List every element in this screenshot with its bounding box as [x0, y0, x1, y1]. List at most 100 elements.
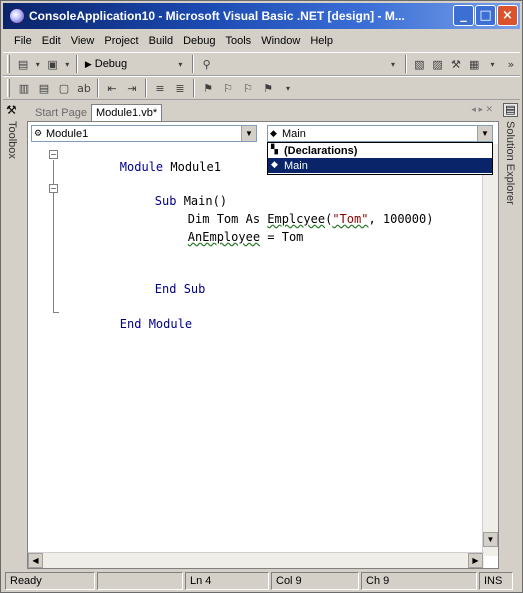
menu-view[interactable]: View — [66, 35, 100, 47]
quick-info-icon[interactable]: ▢ — [56, 80, 72, 96]
menu-project[interactable]: Project — [99, 35, 143, 47]
menu-tools[interactable]: Tools — [221, 35, 257, 47]
outline-guide-end — [53, 312, 59, 313]
chevron-down-icon[interactable]: ▼ — [477, 126, 492, 141]
toolbar-grip[interactable] — [7, 55, 10, 73]
decrease-indent-icon[interactable]: ⇤ — [104, 80, 120, 96]
menu-bar: File Edit View Project Build Debug Tools… — [3, 31, 520, 51]
more-dropdown-icon[interactable]: ▾ — [485, 56, 499, 72]
solution-explorer-icon: ▤ — [503, 103, 518, 117]
increase-indent-icon[interactable]: ⇥ — [124, 80, 140, 96]
method-name-combo[interactable]: ◆ Main ▼ — [267, 125, 493, 142]
toolbar-separator — [75, 55, 78, 73]
dropdown-arrow-icon[interactable]: ▾ — [64, 56, 71, 72]
status-char: Ch 9 — [361, 572, 477, 590]
title-bar[interactable]: ConsoleApplication10 - Microsoft Visual … — [3, 3, 520, 29]
toolbar-separator — [97, 79, 99, 97]
toolbox-tab[interactable]: ⚒ Toolbox — [3, 101, 25, 571]
chevron-down-icon[interactable]: ▼ — [241, 126, 256, 141]
comment-icon[interactable]: ≡ — [152, 80, 168, 96]
overflow-dropdown-icon[interactable]: ▾ — [386, 56, 400, 72]
properties-icon[interactable]: ▨ — [430, 56, 444, 72]
vs-app-icon[interactable] — [9, 8, 25, 24]
maximize-button[interactable]: □ — [475, 5, 496, 26]
configuration-dropdown-icon[interactable]: ▾ — [173, 56, 187, 72]
code-line-end-module: End Module — [119, 317, 193, 331]
tab-navigation-icons[interactable]: ◂ ▸ ✕ — [471, 104, 493, 115]
solution-explorer-tab[interactable]: ▤ Solution Explorer — [501, 101, 521, 571]
code-editor[interactable]: ⚙ Module1 ▼ ◆ Main ▼ ▚ (Declarations) ◆ … — [27, 121, 499, 569]
code-area[interactable]: − − Module Module1 Sub Main() Dim Tom As… — [28, 144, 484, 548]
minimize-button[interactable]: _ — [453, 5, 474, 26]
collapse-sub-icon[interactable]: − — [49, 184, 58, 193]
status-blank — [97, 572, 183, 590]
tab-module1[interactable]: Module1.vb* — [90, 104, 163, 121]
dropdown-option-main[interactable]: ◆ Main — [268, 158, 492, 173]
menu-build[interactable]: Build — [144, 35, 178, 47]
complete-word-icon[interactable]: ab — [76, 80, 92, 96]
add-item-icon[interactable]: ▣ — [45, 56, 59, 72]
toolbar-separator — [405, 55, 408, 73]
find-icon[interactable]: ⚲ — [199, 56, 213, 72]
scroll-left-icon[interactable]: ◀ — [28, 553, 43, 568]
status-bar: Ready Ln 4 Col 9 Ch 9 INS — [3, 571, 520, 591]
parameter-info-icon[interactable]: ▤ — [36, 80, 52, 96]
class-name-combo[interactable]: ⚙ Module1 ▼ — [31, 125, 257, 142]
status-text: Ready — [5, 572, 95, 590]
standard-toolbar: ▤ ▾ ▣ ▾ ▶ Debug ▾ ⚲ ▾ ▧ ▨ ⚒ ▦ ▾ » — [3, 52, 520, 76]
clear-bookmarks-icon[interactable]: ⚑ — [260, 80, 276, 96]
status-insert-mode: INS — [479, 572, 513, 590]
previous-bookmark-icon[interactable]: ⚐ — [240, 80, 256, 96]
start-play-icon[interactable]: ▶ — [85, 59, 92, 70]
method-icon: ◆ — [270, 129, 277, 139]
toolbar-grip[interactable] — [7, 79, 10, 97]
document-tabs: Start Page Module1.vb* ◂ ▸ ✕ — [27, 101, 499, 121]
dropdown-arrow-icon[interactable]: ▾ — [34, 56, 41, 72]
status-column: Col 9 — [271, 572, 359, 590]
new-project-icon[interactable]: ▤ — [16, 56, 30, 72]
outline-guide — [53, 160, 54, 312]
toolbox-label: Toolbox — [6, 121, 18, 159]
error-squiggle: AnEmployee — [187, 230, 261, 244]
menu-window[interactable]: Window — [256, 35, 305, 47]
close-button[interactable]: × — [497, 5, 518, 26]
toolbox-icon[interactable]: ⚒ — [449, 56, 463, 72]
toolbar-chevron-icon[interactable]: » — [504, 56, 518, 72]
uncomment-icon[interactable]: ≣ — [172, 80, 188, 96]
declarations-icon: ▚ — [271, 145, 278, 155]
toolbar-separator — [193, 79, 195, 97]
menu-debug[interactable]: Debug — [178, 35, 220, 47]
solution-explorer-label: Solution Explorer — [504, 121, 516, 205]
toolbar-options-icon[interactable]: ▾ — [280, 80, 296, 96]
scroll-right-icon[interactable]: ▶ — [468, 553, 483, 568]
object-members-icon[interactable]: ▥ — [16, 80, 32, 96]
text-editor-toolbar: ▥ ▤ ▢ ab ⇤ ⇥ ≡ ≣ ⚑ ⚐ ⚐ ⚑ ▾ — [3, 76, 520, 100]
menu-file[interactable]: File — [9, 35, 37, 47]
method-icon: ◆ — [271, 160, 278, 170]
tab-start-page[interactable]: Start Page — [31, 105, 91, 121]
class-name-value: Module1 — [46, 127, 89, 140]
menu-edit[interactable]: Edit — [37, 35, 66, 47]
method-dropdown-list[interactable]: ▚ (Declarations) ◆ Main — [267, 142, 493, 175]
module-icon: ⚙ — [34, 129, 43, 139]
window-title: ConsoleApplication10 - Microsoft Visual … — [29, 9, 405, 23]
ide-window: ConsoleApplication10 - Microsoft Visual … — [0, 0, 523, 593]
method-name-value: Main — [282, 127, 306, 140]
scroll-down-icon[interactable]: ▼ — [483, 532, 498, 547]
toolbox-tools-icon: ⚒ — [6, 103, 17, 117]
solution-configuration-combo[interactable]: ▶ Debug — [85, 58, 127, 70]
next-bookmark-icon[interactable]: ⚐ — [220, 80, 236, 96]
vertical-scrollbar[interactable]: ▼ — [482, 144, 498, 556]
collapse-module-icon[interactable]: − — [49, 150, 58, 159]
class-view-icon[interactable]: ▦ — [467, 56, 481, 72]
horizontal-scrollbar[interactable]: ◀ ▶ — [28, 552, 484, 568]
string-literal: "Tom" — [332, 212, 369, 226]
configuration-value: Debug — [94, 58, 128, 70]
toolbar-separator — [145, 79, 147, 97]
code-line-assign: AnEmployee = Tom — [187, 230, 304, 244]
dropdown-option-declarations[interactable]: ▚ (Declarations) — [268, 143, 492, 158]
menu-help[interactable]: Help — [305, 35, 338, 47]
toolbar-separator — [192, 55, 195, 73]
toggle-bookmark-icon[interactable]: ⚑ — [200, 80, 216, 96]
solution-explorer-icon[interactable]: ▧ — [412, 56, 426, 72]
